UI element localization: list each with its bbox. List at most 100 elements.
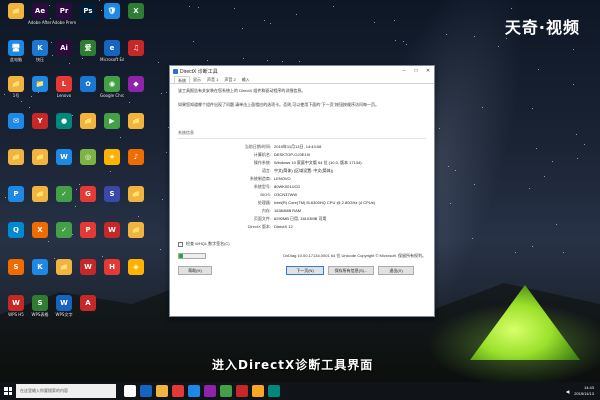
- desktop-icon-glyph: Ps: [80, 3, 96, 19]
- desktop-icon[interactable]: Y: [28, 112, 52, 130]
- desktop-icon[interactable]: W: [76, 258, 100, 276]
- desktop-icon[interactable]: ●: [52, 112, 76, 130]
- exit-button[interactable]: 退出(X): [378, 266, 414, 275]
- desktop-icon[interactable]: ◎: [76, 149, 100, 166]
- dxdiag-window: DirectX 诊断工具 – □ ✕ 系统 显示 声音 1 声音 2 输入 该工…: [169, 65, 435, 317]
- help-button[interactable]: 帮助(H): [178, 266, 212, 275]
- desktop-icon[interactable]: 📁: [124, 222, 148, 239]
- desktop-icon[interactable]: eMicrosoft Edge: [100, 39, 124, 62]
- desktop-icon[interactable]: 📁: [124, 112, 148, 130]
- desktop-icon[interactable]: 📁: [76, 112, 100, 130]
- clock[interactable]: 14:43 2019/11/13: [574, 385, 594, 397]
- whql-checkbox[interactable]: [178, 241, 183, 247]
- taskbar-app-icon[interactable]: [140, 385, 152, 397]
- desktop-icon[interactable]: H: [100, 258, 124, 276]
- desktop-icon[interactable]: P: [76, 222, 100, 239]
- desktop-icon[interactable]: ♪: [124, 149, 148, 166]
- desktop-icon[interactable]: G: [76, 185, 100, 203]
- desktop-icon-label: Microsoft Edge: [100, 56, 124, 62]
- desktop-icon[interactable]: ✉: [4, 112, 28, 130]
- volume-icon[interactable]: ◀): [566, 389, 570, 394]
- desktop-icon-glyph: 📁: [8, 149, 24, 165]
- desktop-icon[interactable]: 📁: [28, 185, 52, 203]
- desktop-icon[interactable]: P: [4, 185, 28, 203]
- desktop-icon[interactable]: 📁: [52, 258, 76, 276]
- minimize-icon[interactable]: –: [398, 66, 410, 76]
- desktop-icon[interactable]: 📁: [28, 76, 52, 93]
- desktop-icon[interactable]: ♫: [124, 39, 148, 57]
- tab-system[interactable]: 系统: [174, 76, 190, 83]
- system-info-value: Windows 10 家庭中文版 64 位 (10.0, 版本 17134): [274, 160, 362, 165]
- taskbar-app-icon[interactable]: [124, 385, 136, 397]
- desktop-icon[interactable]: 爱: [76, 39, 100, 57]
- desktop-icon[interactable]: 🛡: [100, 3, 124, 20]
- tab-input[interactable]: 输入: [239, 76, 253, 83]
- desktop-icon[interactable]: X: [28, 222, 52, 239]
- desktop-icon[interactable]: W WPS文字: [52, 295, 76, 317]
- star: [162, 199, 164, 201]
- desktop-icon[interactable]: ◈: [124, 258, 148, 276]
- desktop-icon-label: WPS文字: [55, 312, 73, 317]
- desktop-icon[interactable]: W: [100, 222, 124, 239]
- close-icon[interactable]: ✕: [422, 66, 434, 76]
- window-titlebar[interactable]: DirectX 诊断工具 – □ ✕: [170, 66, 434, 76]
- desktop-icon[interactable]: ✿: [76, 76, 100, 93]
- desktop-icon[interactable]: ✓: [52, 185, 76, 203]
- desktop-icon[interactable]: Ps: [76, 3, 100, 20]
- desktop-icon[interactable]: PrAdobe Premiere P...: [52, 3, 76, 25]
- desktop-icon[interactable]: 📁 1号: [4, 76, 28, 98]
- desktop-icon[interactable]: W: [52, 149, 76, 166]
- desktop-icon[interactable]: A: [76, 295, 100, 312]
- desktop-icon[interactable]: ✓: [52, 222, 76, 239]
- system-info-row: 操作系统: Windows 10 家庭中文版 64 位 (10.0, 版本 171…: [178, 159, 426, 167]
- desktop-icon[interactable]: L Lenovo: [52, 76, 76, 98]
- taskbar-app-icon[interactable]: [252, 385, 264, 397]
- star: [282, 61, 284, 63]
- whql-checkbox-row[interactable]: 检查 WHQL 数字签名(C): [178, 241, 426, 247]
- tab-sound-1[interactable]: 声音 1: [204, 76, 221, 83]
- desktop-icon-glyph: 🖥: [8, 39, 24, 56]
- desktop-icon[interactable]: S: [100, 185, 124, 203]
- maximize-icon[interactable]: □: [410, 66, 422, 76]
- desktop-icon[interactable]: Q: [4, 222, 28, 239]
- save-all-info-button[interactable]: 保存所有信息(S)...: [328, 266, 374, 275]
- desktop-icon-glyph: 📁: [32, 76, 48, 92]
- desktop-icon[interactable]: S WPS表格: [28, 295, 52, 317]
- system-tab-panel: 该工具报告有关安装在您系统上的 DirectX 组件和驱动程序的详细信息。 如果…: [170, 84, 434, 279]
- desktop-icon[interactable]: 📁: [28, 149, 52, 166]
- desktop-icon-label: WPS H5: [8, 312, 24, 317]
- desktop-icon[interactable]: S: [4, 258, 28, 276]
- desktop-icon[interactable]: 📁: [4, 149, 28, 166]
- desktop-icon[interactable]: 📁: [124, 185, 148, 203]
- desktop-icon[interactable]: K: [28, 258, 52, 276]
- taskbar-app-icon[interactable]: [188, 385, 200, 397]
- desktop-icon[interactable]: 📁: [4, 3, 28, 20]
- desktop-icon[interactable]: Ai: [52, 39, 76, 57]
- tab-sound-2[interactable]: 声音 2: [221, 76, 238, 83]
- desktop-icon[interactable]: ★: [100, 149, 124, 166]
- desktop-icon[interactable]: 🖥 此电脑: [4, 39, 28, 62]
- start-button[interactable]: [0, 382, 16, 400]
- star: [529, 187, 531, 189]
- tab-display[interactable]: 显示: [190, 76, 204, 83]
- desktop-icon-label: Google Chrome: [100, 93, 124, 98]
- desktop-icon[interactable]: ◆: [124, 76, 148, 93]
- taskbar-search-box[interactable]: 在这里输入你要搜索的内容: [16, 384, 116, 398]
- desktop-icon[interactable]: W WPS H5: [4, 295, 28, 317]
- desktop-icon-label: WPS表格: [31, 312, 49, 317]
- desktop-icon-glyph: Q: [8, 222, 24, 238]
- taskbar-app-icon[interactable]: [236, 385, 248, 397]
- taskbar-app-icon[interactable]: [156, 385, 168, 397]
- desktop-icon[interactable]: K 快压: [28, 39, 52, 62]
- desktop-icon[interactable]: AeAdobe After Effects C...: [28, 3, 52, 25]
- desktop-icon[interactable]: ◉Google Chrome: [100, 76, 124, 98]
- taskbar-app-icon[interactable]: [220, 385, 232, 397]
- desktop-icon[interactable]: ▶: [100, 112, 124, 130]
- star: [531, 108, 533, 110]
- next-page-button[interactable]: 下一页(N): [286, 266, 324, 275]
- taskbar-app-icon[interactable]: [204, 385, 216, 397]
- desktop-icon-glyph: K: [32, 39, 48, 56]
- taskbar-app-icon[interactable]: [268, 385, 280, 397]
- taskbar-app-icon[interactable]: [172, 385, 184, 397]
- desktop-icon[interactable]: X: [124, 3, 148, 20]
